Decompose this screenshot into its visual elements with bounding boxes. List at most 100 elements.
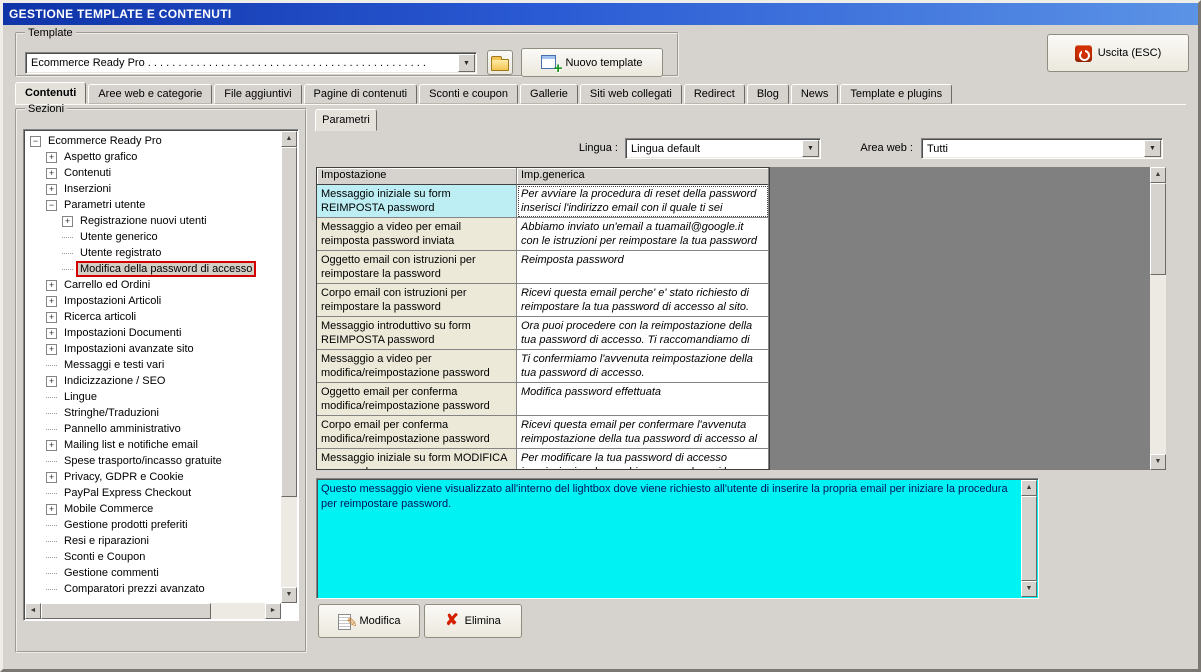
tree-item-impostazioni-articoli[interactable]: + Impostazioni Articoli <box>27 293 279 309</box>
table-vertical-scrollbar[interactable]: ▲ ▼ <box>1150 167 1166 470</box>
tree-item-spese-trasporto-incasso-gratuite[interactable]: Spese trasporto/incasso gratuite <box>27 453 279 469</box>
chevron-down-icon[interactable]: ▼ <box>1144 140 1161 157</box>
elimina-button[interactable]: ✘ Elimina <box>424 604 522 638</box>
tree-item-impostazioni-documenti[interactable]: + Impostazioni Documenti <box>27 325 279 341</box>
tree-item-label[interactable]: Utente registrato <box>78 247 163 259</box>
scrollbar-thumb[interactable] <box>281 147 297 497</box>
settings-row[interactable]: Oggetto email con istruzioni per reimpos… <box>317 251 769 284</box>
expand-icon[interactable]: + <box>46 183 57 195</box>
expand-icon[interactable]: + <box>46 343 57 355</box>
expand-icon[interactable]: + <box>46 279 57 291</box>
tree-item-mobile-commerce[interactable]: + Mobile Commerce <box>27 501 279 517</box>
setting-name-cell[interactable]: Corpo email per conferma modifica/reimpo… <box>317 416 517 449</box>
new-template-button[interactable]: + Nuovo template <box>521 48 663 77</box>
collapse-icon[interactable]: − <box>46 199 57 211</box>
tree-item-gestione-prodotti-preferiti[interactable]: Gestione prodotti preferiti <box>27 517 279 533</box>
tree-item-label[interactable]: Carrello ed Ordini <box>62 279 152 291</box>
tree-item-label[interactable]: Ecommerce Ready Pro <box>46 135 164 147</box>
tree-item-ecommerce-ready-pro[interactable]: − Ecommerce Ready Pro <box>27 133 279 149</box>
scroll-left-icon[interactable]: ◄ <box>25 603 41 619</box>
setting-name-cell[interactable]: Oggetto email per conferma modifica/reim… <box>317 383 517 416</box>
tree-item-label[interactable]: Utente generico <box>78 231 160 243</box>
scrollbar-thumb[interactable] <box>1150 183 1166 275</box>
tree-item-inserzioni[interactable]: + Inserzioni <box>27 181 279 197</box>
tree-item-label[interactable]: Gestione prodotti preferiti <box>62 519 190 531</box>
tab-blog[interactable]: Blog <box>746 84 789 104</box>
setting-value-cell[interactable]: Ti confermiamo l'avvenuta reimpostazione… <box>517 350 769 383</box>
expand-icon[interactable]: + <box>62 215 73 227</box>
lingua-select[interactable]: Lingua default ▼ <box>625 138 821 159</box>
setting-name-cell[interactable]: Messaggio iniziale su form REIMPOSTA pas… <box>317 185 517 218</box>
tree-item-modifica-della-password-di-accesso[interactable]: Modifica della password di accesso <box>27 261 279 277</box>
tree-item-label[interactable]: Modifica della password di accesso <box>75 261 257 277</box>
collapse-icon[interactable]: − <box>30 135 41 147</box>
tree-item-privacy-gdpr-e-cookie[interactable]: + Privacy, GDPR e Cookie <box>27 469 279 485</box>
tree-item-label[interactable]: Impostazioni Documenti <box>62 327 183 339</box>
tree-item-label[interactable]: Stringhe/Traduzioni <box>62 407 161 419</box>
settings-row[interactable]: Oggetto email per conferma modifica/reim… <box>317 383 769 416</box>
expand-icon[interactable]: + <box>46 311 57 323</box>
expand-icon[interactable]: + <box>46 167 57 179</box>
tree-item-paypal-express-checkout[interactable]: PayPal Express Checkout <box>27 485 279 501</box>
tree-item-comparatori-prezzi-avanzato[interactable]: Comparatori prezzi avanzato <box>27 581 279 597</box>
column-header-imp-generica[interactable]: Imp.generica <box>517 168 769 185</box>
tab-gallerie[interactable]: Gallerie <box>520 84 578 104</box>
scroll-down-icon[interactable]: ▼ <box>281 587 297 603</box>
tree-item-impostazioni-avanzate-sito[interactable]: + Impostazioni avanzate sito <box>27 341 279 357</box>
setting-name-cell[interactable]: Messaggio iniziale su form MODIFICA pass… <box>317 449 517 469</box>
chevron-down-icon[interactable]: ▼ <box>802 140 819 157</box>
tree-item-label[interactable]: Contenuti <box>62 167 113 179</box>
tab-redirect[interactable]: Redirect <box>683 84 745 104</box>
column-header-impostazione[interactable]: Impostazione <box>317 168 517 185</box>
tree-item-utente-generico[interactable]: Utente generico <box>27 229 279 245</box>
tab-sconti-e-coupon[interactable]: Sconti e coupon <box>419 84 519 104</box>
tree-item-label[interactable]: Messaggi e testi vari <box>62 359 166 371</box>
scrollbar-thumb[interactable] <box>41 603 211 619</box>
tree-item-label[interactable]: Impostazioni Articoli <box>62 295 163 307</box>
tree-item-label[interactable]: Mailing list e notifiche email <box>62 439 200 451</box>
tree-item-registrazione-nuovi-utenti[interactable]: + Registrazione nuovi utenti <box>27 213 279 229</box>
tree-horizontal-scrollbar[interactable]: ◄ ► <box>25 603 281 619</box>
expand-icon[interactable]: + <box>46 503 57 515</box>
tab-news[interactable]: News <box>790 84 839 104</box>
scroll-down-icon[interactable]: ▼ <box>1021 581 1037 597</box>
tree-item-indicizzazione-seo[interactable]: + Indicizzazione / SEO <box>27 373 279 389</box>
setting-value-cell[interactable]: Per avviare la procedura di reset della … <box>517 185 769 218</box>
setting-value-cell[interactable]: Per modificare la tua password di access… <box>517 449 769 469</box>
description-scrollbar[interactable]: ▲ ▼ <box>1021 480 1037 597</box>
setting-name-cell[interactable]: Messaggio a video per modifica/reimposta… <box>317 350 517 383</box>
tree-item-sconti-e-coupon[interactable]: Sconti e Coupon <box>27 549 279 565</box>
tab-parametri[interactable]: Parametri <box>315 109 377 131</box>
tree-item-label[interactable]: Gestione commenti <box>62 567 161 579</box>
tree-item-label[interactable]: Indicizzazione / SEO <box>62 375 168 387</box>
scroll-down-icon[interactable]: ▼ <box>1150 454 1166 470</box>
expand-icon[interactable]: + <box>46 327 57 339</box>
setting-name-cell[interactable]: Oggetto email con istruzioni per reimpos… <box>317 251 517 284</box>
tab-siti-web-collegati[interactable]: Siti web collegati <box>579 84 682 104</box>
settings-row[interactable]: Messaggio iniziale su form MODIFICA pass… <box>317 449 769 469</box>
tree-item-carrello-ed-ordini[interactable]: + Carrello ed Ordini <box>27 277 279 293</box>
setting-name-cell[interactable]: Messaggio introduttivo su form REIMPOSTA… <box>317 317 517 350</box>
scroll-up-icon[interactable]: ▲ <box>1021 480 1037 496</box>
tree-item-pannello-amministrativo[interactable]: Pannello amministrativo <box>27 421 279 437</box>
tree-item-label[interactable]: Comparatori prezzi avanzato <box>62 583 207 595</box>
setting-value-cell[interactable]: Modifica password effettuata <box>517 383 769 416</box>
tree-item-mailing-list-e-notifiche-email[interactable]: + Mailing list e notifiche email <box>27 437 279 453</box>
tree-item-label[interactable]: Resi e riparazioni <box>62 535 151 547</box>
exit-button[interactable]: Uscita (ESC) <box>1047 34 1189 72</box>
expand-icon[interactable]: + <box>46 439 57 451</box>
scroll-up-icon[interactable]: ▲ <box>1150 167 1166 183</box>
setting-value-cell[interactable]: Reimposta password <box>517 251 769 284</box>
tab-file-aggiuntivi[interactable]: File aggiuntivi <box>214 84 302 104</box>
tree-item-label[interactable]: Mobile Commerce <box>62 503 155 515</box>
tree-item-label[interactable]: Registrazione nuovi utenti <box>78 215 209 227</box>
setting-value-cell[interactable]: Ricevi questa email per confermare l'avv… <box>517 416 769 449</box>
tree-item-aspetto-grafico[interactable]: + Aspetto grafico <box>27 149 279 165</box>
settings-row[interactable]: Messaggio introduttivo su form REIMPOSTA… <box>317 317 769 350</box>
tab-contenuti[interactable]: Contenuti <box>15 82 87 104</box>
scroll-up-icon[interactable]: ▲ <box>281 131 297 147</box>
settings-row[interactable]: Corpo email con istruzioni per reimposta… <box>317 284 769 317</box>
setting-name-cell[interactable]: Corpo email con istruzioni per reimposta… <box>317 284 517 317</box>
tree-item-resi-e-riparazioni[interactable]: Resi e riparazioni <box>27 533 279 549</box>
tree-vertical-scrollbar[interactable]: ▲ ▼ <box>281 131 297 603</box>
